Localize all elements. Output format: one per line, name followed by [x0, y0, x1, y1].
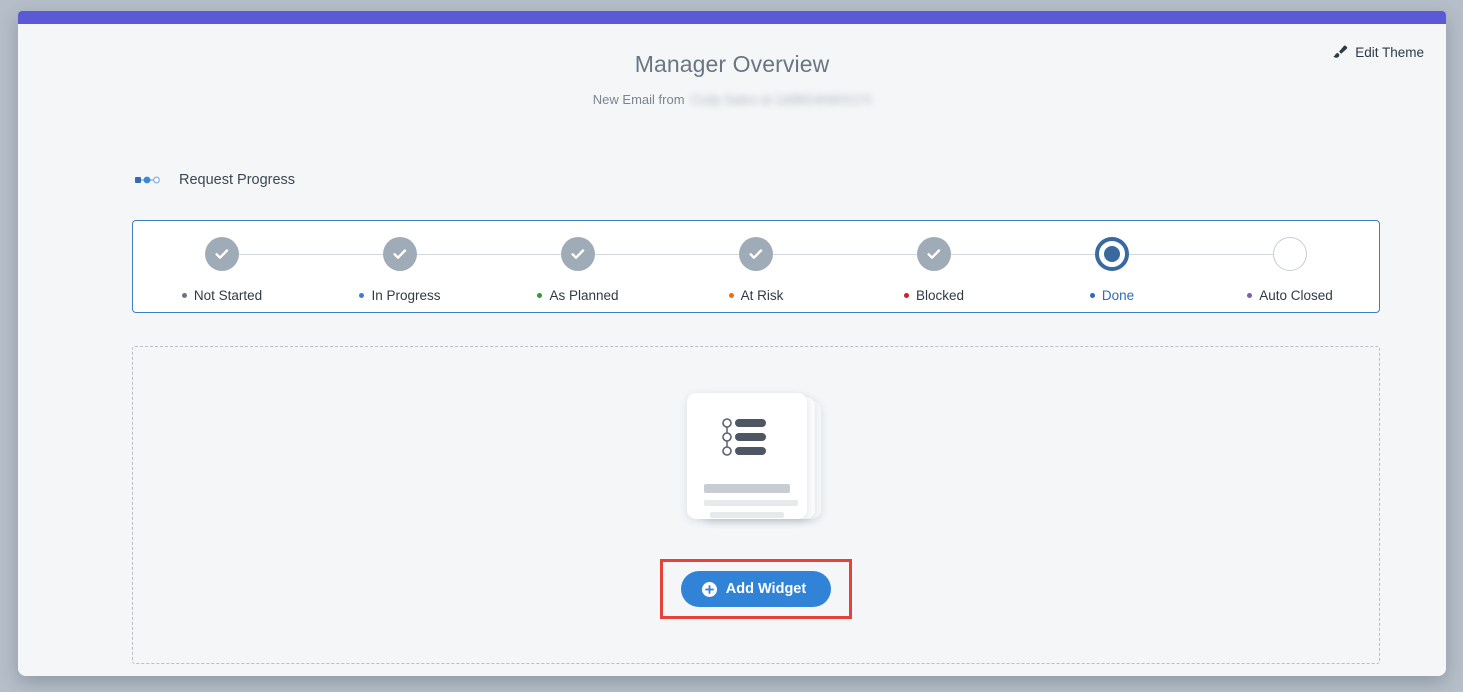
- step-bullet: [182, 293, 187, 298]
- step-label-wrap: Blocked: [904, 288, 964, 303]
- edit-theme-label: Edit Theme: [1355, 45, 1424, 60]
- check-icon: [569, 245, 587, 263]
- page-title: Manager Overview: [18, 51, 1446, 78]
- step-bullet: [359, 293, 364, 298]
- step-marker-complete: [383, 237, 417, 271]
- check-icon: [391, 245, 409, 263]
- progress-nodes-icon: [134, 174, 160, 186]
- page-subtitle-redacted-text: Cody Sales at 1dd8G4h60X1Yt: [691, 92, 872, 107]
- step-auto-closed[interactable]: Auto Closed: [1201, 221, 1379, 303]
- plus-circle-icon: [702, 582, 717, 597]
- request-progress-panel: Not Started In Progress: [132, 220, 1380, 313]
- step-label: Auto Closed: [1259, 288, 1333, 303]
- step-label: Not Started: [194, 288, 262, 303]
- step-in-progress[interactable]: In Progress: [311, 221, 489, 303]
- step-done[interactable]: Done: [1023, 221, 1201, 303]
- app-body: Edit Theme Manager Overview New Email fr…: [18, 24, 1446, 676]
- add-widget-highlight-box: Add Widget: [660, 559, 852, 619]
- step-bullet: [1090, 293, 1095, 298]
- check-icon: [213, 245, 231, 263]
- step-at-risk[interactable]: At Risk: [667, 221, 845, 303]
- step-label: As Planned: [549, 288, 618, 303]
- page-subtitle-prefix: New Email from: [593, 92, 685, 107]
- app-window: Edit Theme Manager Overview New Email fr…: [18, 11, 1446, 676]
- timeline-list-icon: [718, 415, 790, 464]
- brush-icon: [1331, 44, 1348, 61]
- step-label-wrap: Auto Closed: [1247, 288, 1333, 303]
- add-widget-label: Add Widget: [726, 581, 806, 597]
- request-progress-section-header: Request Progress: [134, 172, 295, 188]
- step-label-wrap: At Risk: [729, 288, 784, 303]
- section-title: Request Progress: [179, 172, 295, 188]
- step-label-wrap: Done: [1090, 288, 1134, 303]
- step-bullet: [729, 293, 734, 298]
- step-label: Done: [1102, 288, 1134, 303]
- step-as-planned[interactable]: As Planned: [489, 221, 667, 303]
- empty-state-illustration: [679, 391, 829, 531]
- step-marker-current: [1095, 237, 1129, 271]
- step-marker-complete: [205, 237, 239, 271]
- edit-theme-button[interactable]: Edit Theme: [1331, 44, 1424, 61]
- step-not-started[interactable]: Not Started: [133, 221, 311, 303]
- step-bullet: [904, 293, 909, 298]
- illustration-card-content: [687, 393, 807, 519]
- step-marker-complete: [561, 237, 595, 271]
- step-blocked[interactable]: Blocked: [845, 221, 1023, 303]
- check-icon: [925, 245, 943, 263]
- step-marker-complete: [739, 237, 773, 271]
- step-label: Blocked: [916, 288, 964, 303]
- step-bullet: [537, 293, 542, 298]
- widget-drop-area: Add Widget: [132, 346, 1380, 664]
- check-icon: [747, 245, 765, 263]
- page-header: Manager Overview New Email from Cody Sal…: [18, 24, 1446, 109]
- placeholder-line: [710, 512, 784, 518]
- top-accent-bar: [18, 11, 1446, 24]
- current-step-dot: [1104, 246, 1120, 262]
- step-label-wrap: Not Started: [182, 288, 262, 303]
- step-marker-pending: [1273, 237, 1307, 271]
- step-marker-complete: [917, 237, 951, 271]
- step-label-wrap: In Progress: [359, 288, 440, 303]
- step-label-wrap: As Planned: [537, 288, 618, 303]
- placeholder-line: [704, 484, 790, 493]
- step-label: In Progress: [371, 288, 440, 303]
- progress-stepper: Not Started In Progress: [133, 221, 1379, 312]
- step-label: At Risk: [741, 288, 784, 303]
- page-subtitle: New Email from Cody Sales at 1dd8G4h60X1…: [593, 92, 871, 107]
- step-bullet: [1247, 293, 1252, 298]
- placeholder-line: [704, 500, 798, 506]
- add-widget-button[interactable]: Add Widget: [681, 571, 831, 607]
